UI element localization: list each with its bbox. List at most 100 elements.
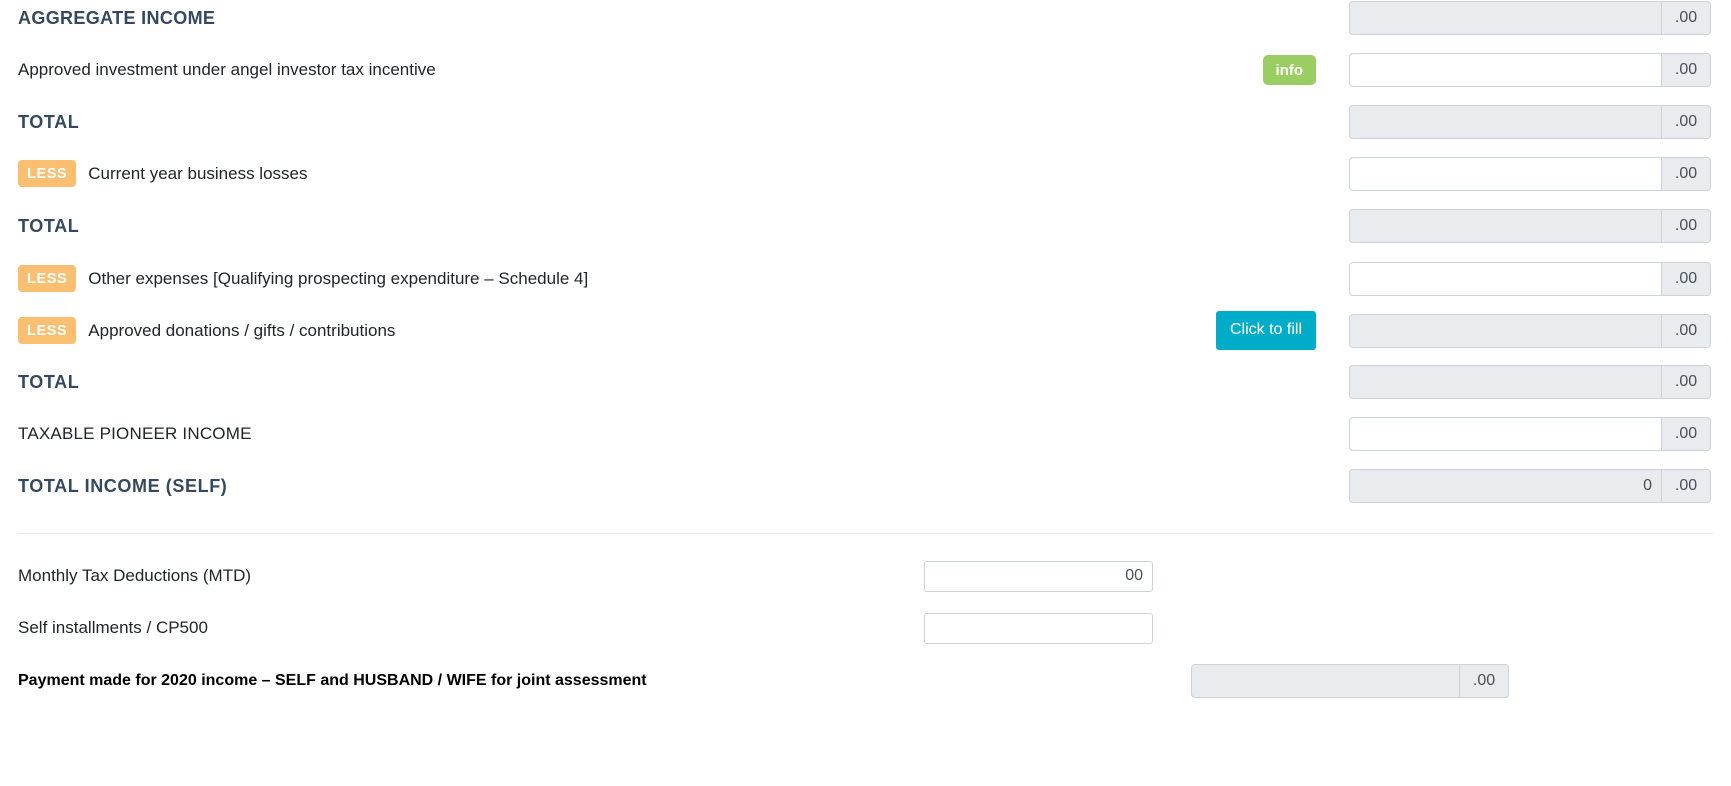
total-income-self-input[interactable] bbox=[1349, 468, 1661, 503]
form-row-angel-investor: Approved investment under angel investor… bbox=[0, 47, 1731, 92]
form-row-total-income-self: TOTAL INCOME (SELF) .00 bbox=[0, 463, 1731, 508]
row-control-cell: .00 bbox=[1349, 208, 1711, 243]
row-label-cell: LESS Current year business losses bbox=[18, 159, 1349, 188]
other-expenses-cents: .00 bbox=[1661, 261, 1711, 296]
payment-text-part-5: for joint assessment bbox=[486, 672, 647, 689]
row-label-cell: TOTAL bbox=[18, 111, 1349, 133]
aggregate-income-heading: AGGREGATE INCOME bbox=[18, 7, 216, 28]
taxable-pioneer-income-label: TAXABLE PIONEER INCOME bbox=[18, 423, 252, 443]
row-control-cell: .00 bbox=[1191, 664, 1509, 698]
total-2-cents: .00 bbox=[1661, 208, 1711, 243]
current-year-business-losses-input[interactable] bbox=[1349, 156, 1661, 191]
total-2-input[interactable] bbox=[1349, 208, 1661, 243]
row-control-cell bbox=[924, 560, 1153, 592]
monthly-tax-deductions-label: Monthly Tax Deductions (MTD) bbox=[18, 566, 252, 585]
current-year-business-losses-label: Current year business losses bbox=[88, 163, 308, 183]
row-label-cell: LESS Approved donations / gifts / contri… bbox=[18, 316, 1216, 345]
aggregate-income-input[interactable] bbox=[1349, 0, 1661, 35]
angel-investor-cents: .00 bbox=[1661, 52, 1711, 87]
info-badge[interactable]: info bbox=[1262, 54, 1316, 85]
monthly-tax-deductions-input[interactable] bbox=[924, 560, 1153, 592]
approved-donations-cents: .00 bbox=[1661, 313, 1711, 348]
angel-investor-input[interactable] bbox=[1349, 52, 1661, 87]
row-label-cell: TOTAL bbox=[18, 215, 1349, 237]
form-row-other-expenses: LESS Other expenses [Qualifying prospect… bbox=[0, 256, 1731, 301]
row-label-cell: TOTAL bbox=[18, 371, 1349, 393]
angel-investor-label: Approved investment under angel investor… bbox=[18, 59, 436, 79]
self-installments-input[interactable] bbox=[924, 612, 1153, 644]
taxable-pioneer-income-cents: .00 bbox=[1661, 416, 1711, 451]
form-row-self-installments: Self installments / CP500 bbox=[0, 607, 1731, 649]
total-label-3: TOTAL bbox=[18, 371, 80, 392]
payment-text-husband-wife: HUSBAND / WIFE bbox=[353, 672, 487, 689]
total-income-self-money-group: .00 bbox=[1349, 468, 1711, 503]
self-installments-label: Self installments / CP500 bbox=[18, 618, 208, 637]
other-expenses-input[interactable] bbox=[1349, 261, 1661, 296]
form-row-current-year-business-losses: LESS Current year business losses .00 bbox=[0, 151, 1731, 196]
total-2-money-group: .00 bbox=[1349, 208, 1711, 243]
row-label-cell: LESS Other expenses [Qualifying prospect… bbox=[18, 264, 1349, 293]
row-control-cell: Click to fill .00 bbox=[1215, 311, 1711, 350]
total-income-self-label: TOTAL INCOME (SELF) bbox=[18, 475, 228, 496]
total-3-cents: .00 bbox=[1661, 364, 1711, 399]
total-1-input[interactable] bbox=[1349, 104, 1661, 139]
row-control-cell bbox=[924, 612, 1153, 644]
less-badge: LESS bbox=[18, 159, 77, 188]
form-row-total-3: TOTAL .00 bbox=[0, 359, 1731, 404]
current-year-business-losses-money-group: .00 bbox=[1349, 156, 1711, 191]
row-control-cell: .00 bbox=[1349, 416, 1711, 451]
form-row-monthly-tax-deductions: Monthly Tax Deductions (MTD) bbox=[0, 555, 1731, 597]
aggregate-income-money-group: .00 bbox=[1349, 0, 1711, 35]
form-row-total-2: TOTAL .00 bbox=[0, 203, 1731, 248]
approved-donations-money-group: .00 bbox=[1349, 313, 1711, 348]
taxable-pioneer-income-money-group: .00 bbox=[1349, 416, 1711, 451]
row-label-cell: TOTAL INCOME (SELF) bbox=[18, 475, 1349, 497]
row-label-cell: Self installments / CP500 bbox=[18, 617, 924, 639]
less-badge: LESS bbox=[18, 316, 77, 345]
row-label-cell: Payment made for 2020 income – SELF and … bbox=[18, 670, 1191, 692]
form-row-payment-made-2020: Payment made for 2020 income – SELF and … bbox=[0, 660, 1731, 702]
section-divider bbox=[18, 533, 1713, 534]
total-label-2: TOTAL bbox=[18, 215, 80, 236]
payment-text-self: SELF bbox=[275, 672, 316, 689]
form-row-approved-donations: LESS Approved donations / gifts / contri… bbox=[0, 308, 1731, 353]
aggregate-income-cents: .00 bbox=[1661, 0, 1711, 35]
form-row-aggregate-income: AGGREGATE INCOME .00 bbox=[0, 0, 1731, 40]
row-label-cell: Monthly Tax Deductions (MTD) bbox=[18, 565, 924, 587]
row-control-cell: .00 bbox=[1349, 156, 1711, 191]
row-control-cell: .00 bbox=[1349, 104, 1711, 139]
payment-made-cents: .00 bbox=[1459, 664, 1509, 698]
total-3-input[interactable] bbox=[1349, 364, 1661, 399]
total-1-money-group: .00 bbox=[1349, 104, 1711, 139]
row-control-cell: .00 bbox=[1349, 261, 1711, 296]
form-row-taxable-pioneer-income: TAXABLE PIONEER INCOME .00 bbox=[0, 411, 1731, 456]
row-control-cell: .00 bbox=[1349, 364, 1711, 399]
payment-text-part-1: Payment made for 2020 income – bbox=[18, 672, 275, 689]
tax-form-aggregate-income-section: AGGREGATE INCOME .00 Approved investment… bbox=[0, 0, 1731, 786]
other-expenses-money-group: .00 bbox=[1349, 261, 1711, 296]
row-label-cell: Approved investment under angel investor… bbox=[18, 59, 1263, 81]
click-to-fill-button[interactable]: Click to fill bbox=[1215, 311, 1316, 350]
payment-made-label: Payment made for 2020 income – SELF and … bbox=[18, 670, 647, 692]
current-year-business-losses-cents: .00 bbox=[1661, 156, 1711, 191]
taxable-pioneer-income-input[interactable] bbox=[1349, 416, 1661, 451]
form-row-total-1: TOTAL .00 bbox=[0, 99, 1731, 144]
payment-text-part-3: and bbox=[315, 672, 354, 689]
row-control-cell: .00 bbox=[1349, 0, 1711, 35]
less-badge: LESS bbox=[18, 264, 77, 293]
row-control-cell: info .00 bbox=[1262, 52, 1711, 87]
row-label-cell: TAXABLE PIONEER INCOME bbox=[18, 423, 1349, 445]
total-label-1: TOTAL bbox=[18, 111, 80, 132]
angel-investor-money-group: .00 bbox=[1349, 52, 1711, 87]
total-3-money-group: .00 bbox=[1349, 364, 1711, 399]
approved-donations-label: Approved donations / gifts / contributio… bbox=[88, 320, 396, 340]
row-label-cell: AGGREGATE INCOME bbox=[18, 7, 1349, 29]
total-income-self-cents: .00 bbox=[1661, 468, 1711, 503]
approved-donations-input[interactable] bbox=[1349, 313, 1661, 348]
other-expenses-label: Other expenses [Qualifying prospecting e… bbox=[88, 268, 589, 288]
payment-made-input[interactable] bbox=[1191, 664, 1459, 698]
payment-made-money-group: .00 bbox=[1191, 664, 1509, 698]
total-1-cents: .00 bbox=[1661, 104, 1711, 139]
row-control-cell: .00 bbox=[1349, 468, 1711, 503]
section-divider-wrapper bbox=[0, 533, 1731, 534]
